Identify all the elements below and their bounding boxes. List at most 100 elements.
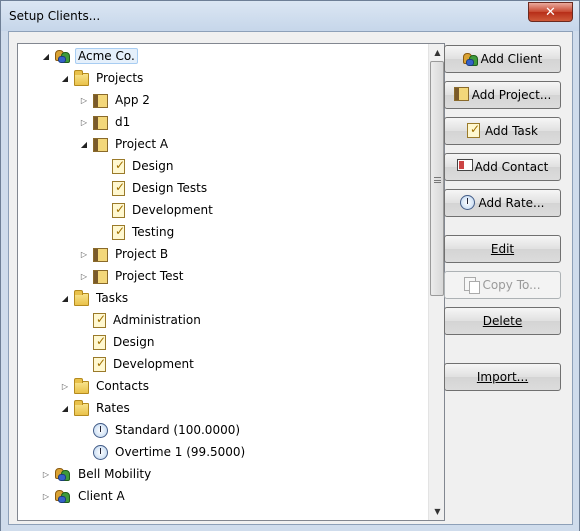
tree-viewport: ◢Acme Co.◢Projects▷App 2▷d1◢Project ADes… bbox=[18, 44, 428, 520]
tree-node-label[interactable]: Standard (100.0000) bbox=[112, 422, 243, 438]
tree-node[interactable]: ▷ Project B bbox=[78, 244, 171, 264]
project-icon bbox=[93, 247, 108, 262]
tree-node[interactable]: ◢ Acme Co. bbox=[40, 46, 138, 66]
client-icon bbox=[55, 488, 71, 504]
title-bar[interactable]: Setup Clients... ✕ bbox=[1, 1, 579, 31]
tree-node-label[interactable]: Rates bbox=[93, 400, 133, 416]
add-rate-button[interactable]: Add Rate... bbox=[444, 189, 561, 217]
collapse-arrow-icon[interactable]: ◢ bbox=[59, 72, 71, 84]
project-icon bbox=[93, 137, 108, 152]
no-expander bbox=[78, 358, 90, 370]
no-expander bbox=[78, 314, 90, 326]
tree-node[interactable]: Testing bbox=[97, 222, 177, 242]
tree-node[interactable]: ▷ d1 bbox=[78, 112, 133, 132]
tree-node-label[interactable]: Administration bbox=[110, 312, 204, 328]
tree-node-label[interactable]: Project A bbox=[112, 136, 171, 152]
tree-node[interactable]: Administration bbox=[78, 310, 204, 330]
task-icon bbox=[112, 180, 125, 196]
copy-icon bbox=[464, 277, 481, 294]
delete-button[interactable]: Delete bbox=[444, 307, 561, 335]
task-icon bbox=[93, 334, 106, 350]
collapse-arrow-icon[interactable]: ◢ bbox=[59, 292, 71, 304]
tree-node-label[interactable]: Design bbox=[110, 334, 157, 350]
tree-node[interactable]: ◢ Tasks bbox=[59, 288, 131, 308]
setup-clients-window: Setup Clients... ✕ ◢ Acme Co. ◢ Projects ▷ Ap… bbox=[0, 0, 580, 531]
expand-arrow-icon[interactable]: ▷ bbox=[40, 468, 52, 480]
collapse-arrow-icon[interactable]: ◢ bbox=[40, 50, 52, 62]
tree-node-label[interactable]: Project B bbox=[112, 246, 171, 262]
expand-arrow-icon[interactable]: ▷ bbox=[40, 490, 52, 502]
clients-tree[interactable]: ◢Acme Co.◢Projects▷App 2▷d1◢Project ADes… bbox=[17, 43, 445, 521]
tree-node[interactable]: ◢ Project A bbox=[78, 134, 171, 154]
tree-node[interactable]: Design bbox=[78, 332, 157, 352]
expand-arrow-icon[interactable]: ▷ bbox=[78, 94, 90, 106]
tree-node[interactable]: Design bbox=[97, 156, 176, 176]
folder-icon bbox=[74, 69, 89, 86]
add-task-label: Add Task bbox=[485, 124, 538, 138]
add-contact-label: Add Contact bbox=[474, 160, 549, 174]
window-bottom-border bbox=[1, 525, 579, 531]
tree-node-label[interactable]: Design Tests bbox=[129, 180, 210, 196]
expand-arrow-icon[interactable]: ▷ bbox=[78, 116, 90, 128]
copy-to-button[interactable]: Copy To... bbox=[444, 271, 561, 299]
scroll-up-button[interactable]: ▲ bbox=[429, 44, 444, 61]
scroll-down-icon: ▼ bbox=[434, 507, 441, 516]
tree-node-label[interactable]: d1 bbox=[112, 114, 133, 130]
close-button[interactable]: ✕ bbox=[528, 2, 573, 22]
tree-node[interactable]: Standard (100.0000) bbox=[78, 420, 243, 440]
expand-arrow-icon[interactable]: ▷ bbox=[59, 380, 71, 392]
add-project-button[interactable]: Add Project... bbox=[444, 81, 561, 109]
edit-button[interactable]: Edit bbox=[444, 235, 561, 263]
collapse-arrow-icon[interactable]: ◢ bbox=[78, 138, 90, 150]
tree-node-label[interactable]: Testing bbox=[129, 224, 177, 240]
tree-node[interactable]: ▷ Contacts bbox=[59, 376, 152, 396]
tree-node-label[interactable]: Client A bbox=[75, 488, 128, 504]
expand-arrow-icon[interactable]: ▷ bbox=[78, 270, 90, 282]
scroll-thumb[interactable] bbox=[430, 61, 444, 296]
window-title: Setup Clients... bbox=[9, 9, 101, 23]
grip-icon bbox=[434, 177, 441, 183]
task-icon bbox=[93, 356, 106, 372]
tree-node[interactable]: Development bbox=[78, 354, 197, 374]
add-task-button[interactable]: Add Task bbox=[444, 117, 561, 145]
add-contact-button[interactable]: Add Contact bbox=[444, 153, 561, 181]
expand-arrow-icon[interactable]: ▷ bbox=[78, 248, 90, 260]
rate-icon bbox=[93, 444, 108, 460]
tree-node-label[interactable]: Overtime 1 (99.5000) bbox=[112, 444, 248, 460]
tree-node-label[interactable]: Projects bbox=[93, 70, 146, 86]
collapse-arrow-icon[interactable]: ◢ bbox=[59, 402, 71, 414]
tree-node[interactable]: Overtime 1 (99.5000) bbox=[78, 442, 248, 462]
client-icon bbox=[55, 466, 71, 482]
tree-node-label[interactable]: Bell Mobility bbox=[75, 466, 154, 482]
tree-node-label[interactable]: Tasks bbox=[93, 290, 131, 306]
tree-node[interactable]: Development bbox=[97, 200, 216, 220]
no-expander bbox=[78, 446, 90, 458]
clock-icon bbox=[460, 195, 476, 211]
tree-node[interactable]: ▷ Bell Mobility bbox=[40, 464, 154, 484]
folder-icon bbox=[74, 377, 89, 394]
tree-node-label[interactable]: Development bbox=[110, 356, 197, 372]
no-expander bbox=[78, 424, 90, 436]
tree-node-label[interactable]: App 2 bbox=[112, 92, 153, 108]
tree-node[interactable]: ◢ Projects bbox=[59, 68, 146, 88]
scroll-down-button[interactable]: ▼ bbox=[429, 503, 444, 520]
client-icon bbox=[462, 51, 479, 67]
tree-node[interactable]: ◢ Rates bbox=[59, 398, 133, 418]
tree-node-label[interactable]: Project Test bbox=[112, 268, 187, 284]
task-icon bbox=[467, 122, 483, 139]
add-rate-label: Add Rate... bbox=[478, 196, 545, 210]
vertical-scrollbar[interactable]: ▲ ▼ bbox=[428, 44, 444, 520]
project-icon bbox=[93, 269, 108, 284]
tree-node[interactable]: ▷ Client A bbox=[40, 486, 128, 506]
tree-node-label[interactable]: Acme Co. bbox=[75, 48, 138, 64]
import-label: Import... bbox=[476, 370, 529, 384]
delete-label: Delete bbox=[482, 314, 523, 328]
tree-node-label[interactable]: Design bbox=[129, 158, 176, 174]
add-client-button[interactable]: Add Client bbox=[444, 45, 561, 73]
tree-node-label[interactable]: Contacts bbox=[93, 378, 152, 394]
import-button[interactable]: Import... bbox=[444, 363, 561, 391]
tree-node[interactable]: ▷ Project Test bbox=[78, 266, 187, 286]
tree-node[interactable]: Design Tests bbox=[97, 178, 210, 198]
tree-node-label[interactable]: Development bbox=[129, 202, 216, 218]
tree-node[interactable]: ▷ App 2 bbox=[78, 90, 153, 110]
